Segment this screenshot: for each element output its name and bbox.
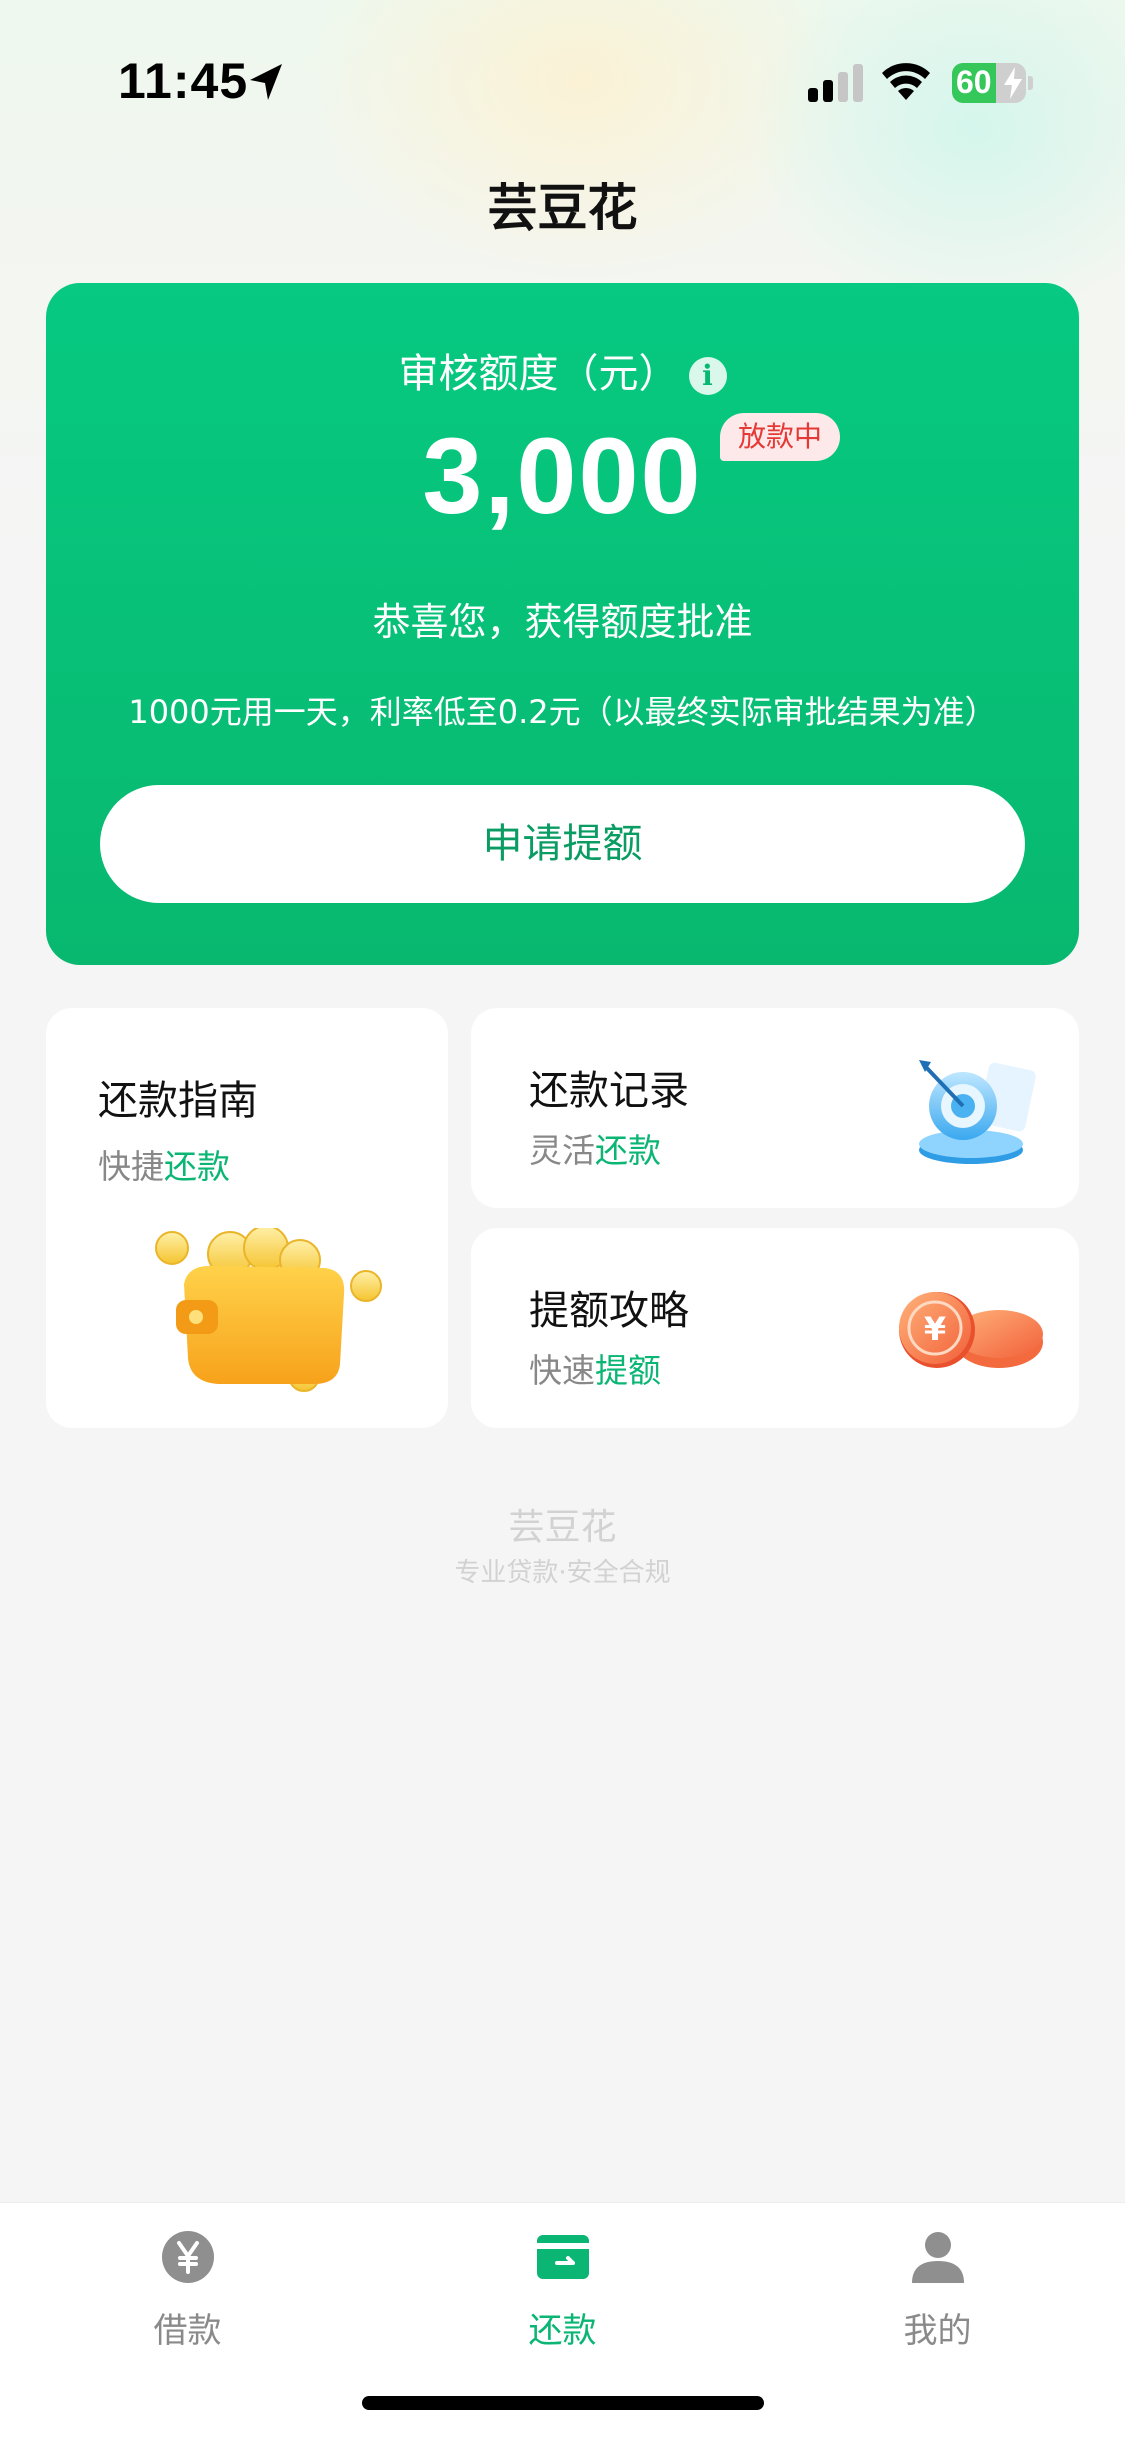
status-badge: 放款中 <box>720 413 841 461</box>
battery-level: 60 <box>956 64 992 100</box>
footer-slogan: 专业贷款·安全合规 <box>454 1558 671 1588</box>
quota-amount: 3,000 <box>422 415 703 536</box>
repayment-guide-card[interactable]: 还款指南 快捷还款 <box>46 1008 448 1428</box>
wallet-coins-icon <box>155 1228 382 1392</box>
quota-label: 审核额度（元） <box>398 351 679 397</box>
tab-label: 借款 <box>153 2311 222 2351</box>
tab-label: 我的 <box>903 2311 972 2351</box>
home-indicator <box>362 2396 764 2410</box>
card-icon <box>537 2235 589 2279</box>
subtitle-highlight: 还款 <box>164 1147 230 1186</box>
subtitle-highlight: 还款 <box>595 1131 661 1170</box>
footer-brand: 芸豆花 <box>508 1507 617 1548</box>
card-title: 还款指南 <box>98 1078 258 1124</box>
card-subtitle: 快捷还款 <box>98 1140 230 1188</box>
card-subtitle: 快速提额 <box>529 1344 661 1392</box>
yen-circle-icon <box>162 2231 214 2283</box>
charging-bolt-icon <box>1004 67 1022 99</box>
battery-cap <box>1028 76 1033 90</box>
tab-repay[interactable]: 还款 <box>375 2203 750 2373</box>
location-arrow-icon <box>250 64 282 100</box>
subtitle-prefix: 灵活 <box>529 1131 595 1170</box>
quota-label-row: 审核额度（元） i <box>46 341 1079 399</box>
apply-increase-button[interactable]: 申请提额 <box>100 785 1025 903</box>
coins-icon: ¥ <box>899 1292 1043 1368</box>
card-subtitle: 灵活还款 <box>529 1124 661 1172</box>
subtitle-prefix: 快速 <box>529 1351 595 1390</box>
tab-label: 还款 <box>528 2311 597 2351</box>
quota-card: 审核额度（元） i 3,000 放款中 恭喜您，获得额度批准 1000元用一天，利… <box>46 283 1079 965</box>
cellular-signal-icon <box>808 64 863 102</box>
status-bar: 11:45 60 <box>0 0 1125 160</box>
approval-message: 恭喜您，获得额度批准 <box>372 600 753 644</box>
subtitle-prefix: 快捷 <box>98 1147 164 1186</box>
rate-note: 1000元用一天，利率低至0.2元（以最终实际审批结果为准） <box>128 693 997 731</box>
person-icon <box>912 2232 964 2283</box>
wifi-icon <box>882 63 930 100</box>
svg-text:¥: ¥ <box>924 1310 946 1348</box>
info-icon[interactable]: i <box>688 357 727 395</box>
target-icon <box>919 1060 1036 1164</box>
card-title: 提额攻略 <box>529 1288 689 1334</box>
quota-strategy-card[interactable]: 提额攻略 快速提额 ¥ <box>471 1228 1079 1428</box>
page-title: 芸豆花 <box>487 179 638 237</box>
status-time: 11:45 <box>118 53 249 109</box>
subtitle-highlight: 提额 <box>595 1351 661 1390</box>
tab-mine[interactable]: 我的 <box>750 2203 1125 2373</box>
repayment-record-card[interactable]: 还款记录 灵活还款 <box>471 1008 1079 1208</box>
tab-borrow[interactable]: 借款 <box>0 2203 375 2373</box>
battery-indicator: 60 <box>952 63 1033 103</box>
card-title: 还款记录 <box>529 1068 689 1114</box>
